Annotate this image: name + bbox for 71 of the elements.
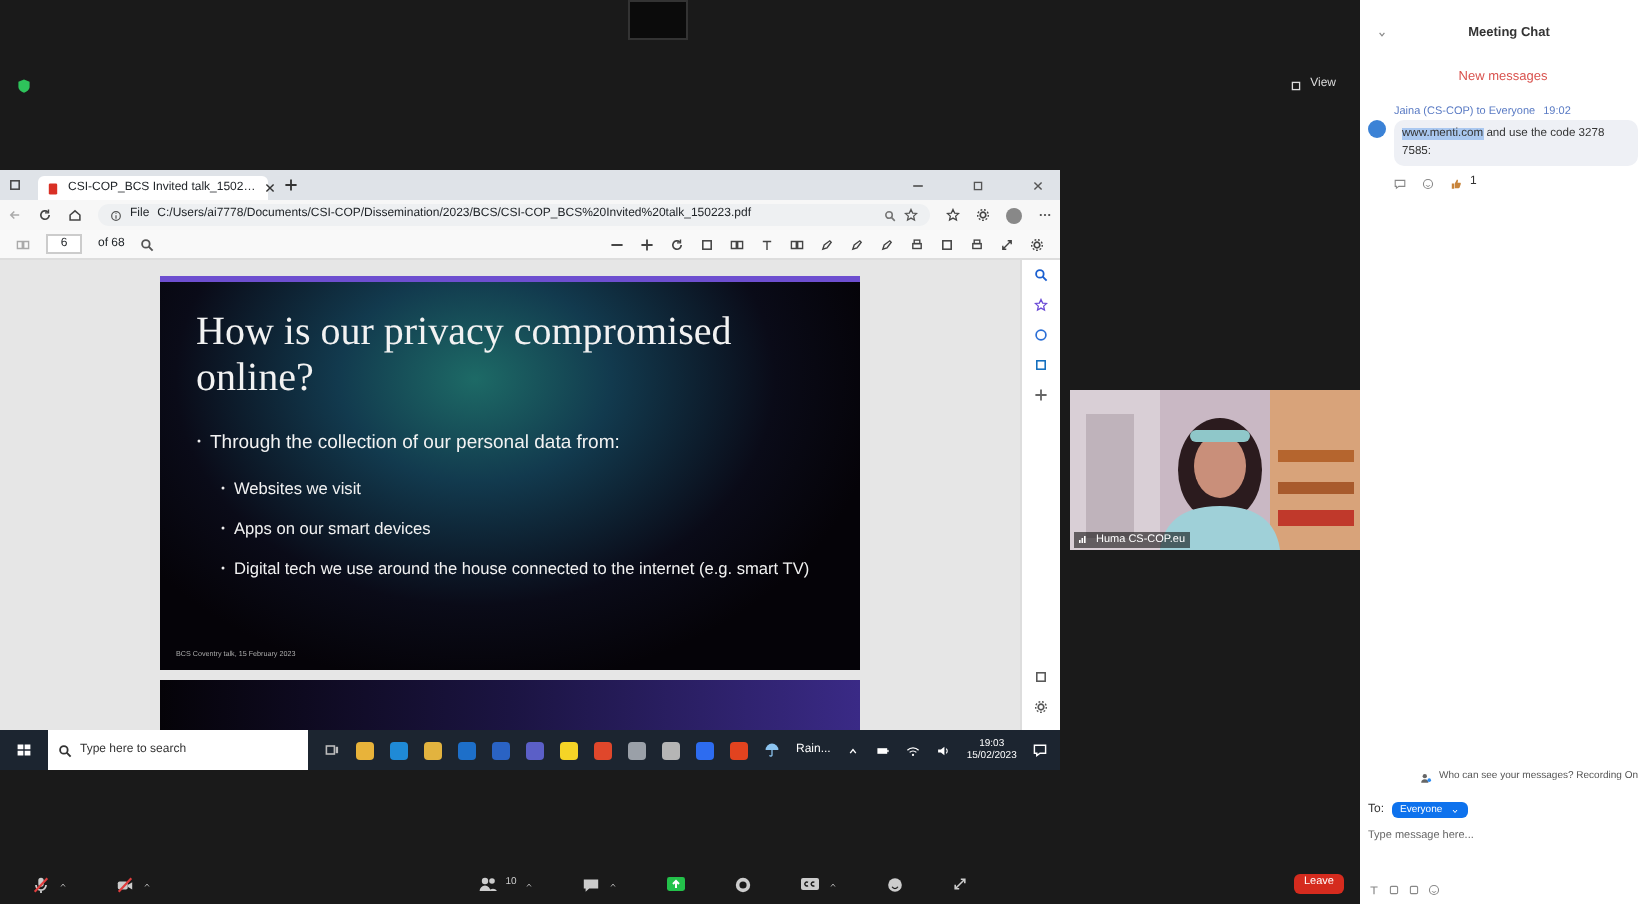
- captions-icon[interactable]: [800, 874, 821, 894]
- reply-icon[interactable]: [1394, 177, 1406, 190]
- settings-icon[interactable]: [1034, 700, 1048, 714]
- highlight-icon[interactable]: [850, 237, 864, 251]
- zoom-in-icon[interactable]: [640, 237, 654, 251]
- add-icon[interactable]: [1034, 388, 1048, 402]
- share-screen-icon[interactable]: [666, 874, 687, 894]
- video-off-icon[interactable]: [116, 875, 134, 893]
- home-icon[interactable]: [68, 208, 82, 222]
- thumbs-up-icon: [1450, 177, 1462, 190]
- minimize-icon[interactable]: [912, 180, 924, 192]
- caret-icon[interactable]: [142, 879, 152, 889]
- search-icon[interactable]: [1034, 268, 1048, 282]
- favorite-icon[interactable]: [904, 208, 918, 222]
- close-icon[interactable]: [1032, 180, 1044, 192]
- maximize-icon[interactable]: [972, 180, 984, 192]
- task-view-icon[interactable]: [324, 742, 340, 758]
- caret-icon[interactable]: [524, 879, 535, 889]
- slide-sub-bullet: Apps on our smart devices: [234, 516, 431, 541]
- caret-icon: [1450, 805, 1461, 816]
- caret-icon[interactable]: [58, 879, 68, 889]
- notifications-icon[interactable]: [1032, 742, 1049, 758]
- slide-bullet: Through the collection of our personal data from:: [210, 430, 620, 458]
- two-page-icon[interactable]: [790, 237, 804, 251]
- slide-sub-bullet: Websites we visit: [234, 476, 361, 501]
- info-icon: [110, 209, 122, 221]
- app-icon[interactable]: [560, 741, 578, 759]
- muted-mic-icon[interactable]: [32, 875, 50, 893]
- chat-icon[interactable]: [582, 875, 601, 893]
- shield-icon[interactable]: [16, 77, 32, 93]
- record-icon[interactable]: [734, 875, 753, 893]
- draw-icon[interactable]: [820, 237, 834, 251]
- print-icon[interactable]: [910, 237, 924, 251]
- speaker-icon[interactable]: [936, 743, 951, 757]
- caret-icon[interactable]: [608, 879, 619, 889]
- collapse-icon[interactable]: [1376, 28, 1388, 40]
- search-icon[interactable]: [140, 237, 155, 251]
- tabs-icon[interactable]: [8, 178, 22, 192]
- grid-icon: [1290, 79, 1303, 91]
- slide-title: How is our privacy compromised online?: [196, 310, 734, 402]
- windows-icon[interactable]: [16, 742, 32, 758]
- caret-icon[interactable]: [828, 879, 839, 889]
- pdf-icon: [46, 181, 60, 195]
- reactions-icon[interactable]: [886, 875, 905, 893]
- emoji-icon[interactable]: [1428, 884, 1440, 896]
- favorites-icon[interactable]: [946, 208, 960, 222]
- emoji-icon[interactable]: [1422, 177, 1434, 190]
- fullscreen-icon[interactable]: [1000, 237, 1014, 251]
- signal-icon: [1078, 534, 1088, 545]
- app-icon[interactable]: [356, 741, 374, 759]
- slide-sub-bullet: Digital tech we use around the house connected to the internet (e.g. smart TV): [234, 556, 810, 581]
- person-icon[interactable]: [1419, 772, 1431, 784]
- app-icon[interactable]: [424, 741, 442, 759]
- settings-icon[interactable]: [1030, 237, 1044, 251]
- search-icon: [58, 743, 72, 757]
- app-icon[interactable]: [662, 741, 680, 759]
- chevron-icon[interactable]: [846, 743, 861, 757]
- new-tab-icon[interactable]: [284, 178, 298, 192]
- profile-avatar[interactable]: [1006, 207, 1022, 223]
- rotate-icon[interactable]: [670, 237, 684, 251]
- participants-icon[interactable]: [477, 874, 498, 894]
- refresh-icon[interactable]: [38, 208, 52, 222]
- avatar: [1368, 119, 1386, 138]
- weather-icon[interactable]: [764, 742, 780, 758]
- participant-tile: [627, 0, 688, 40]
- sparkle-icon[interactable]: [1034, 298, 1048, 312]
- zoom-icon[interactable]: [884, 209, 896, 221]
- app-icon[interactable]: [628, 741, 646, 759]
- close-icon[interactable]: [263, 182, 276, 194]
- page-view-icon[interactable]: [730, 237, 744, 251]
- wifi-icon[interactable]: [906, 743, 921, 757]
